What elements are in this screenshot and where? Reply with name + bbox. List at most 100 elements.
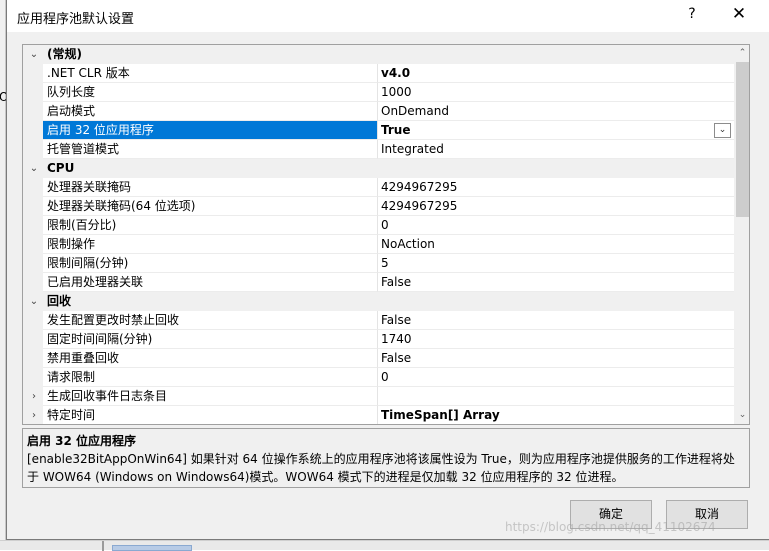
property-row[interactable]: 发生配置更改时禁止回收 False: [23, 311, 734, 330]
property-row[interactable]: 启动模式 OnDemand: [23, 102, 734, 121]
category-row[interactable]: ⌄ CPU: [23, 159, 734, 178]
property-value[interactable]: 1000: [378, 83, 734, 102]
property-value[interactable]: 4294967295: [378, 197, 734, 216]
title-bar: 应用程序池默认设置 ? ✕: [7, 0, 769, 32]
row-gutter: [23, 83, 43, 102]
row-gutter: [23, 178, 43, 197]
property-row[interactable]: 请求限制 0: [23, 368, 734, 387]
background-tab: [112, 545, 192, 551]
property-value[interactable]: 5: [378, 254, 734, 273]
expand-chevron-icon[interactable]: ›: [29, 387, 39, 406]
property-name: 禁用重叠回收: [43, 349, 378, 368]
row-gutter: [23, 121, 43, 140]
close-button[interactable]: ✕: [731, 4, 747, 24]
row-gutter: [23, 254, 43, 273]
property-row[interactable]: 已启用处理器关联 False: [23, 273, 734, 292]
background-window-bottom: [0, 540, 769, 551]
property-value[interactable]: 0: [378, 368, 734, 387]
row-gutter: [23, 216, 43, 235]
property-value[interactable]: v4.0: [378, 64, 734, 83]
property-name: 限制操作: [43, 235, 378, 254]
property-value[interactable]: [378, 387, 734, 406]
property-value[interactable]: False: [378, 349, 734, 368]
row-gutter: ›: [23, 387, 43, 406]
description-panel: 启用 32 位应用程序 [enable32BitAppOnWin64] 如果针对…: [22, 428, 750, 488]
row-gutter: [23, 330, 43, 349]
property-row[interactable]: 限制(百分比) 0: [23, 216, 734, 235]
property-row[interactable]: 限制间隔(分钟) 5: [23, 254, 734, 273]
property-name: 启动模式: [43, 102, 378, 121]
row-gutter: [23, 102, 43, 121]
category-label: (常规): [47, 47, 82, 61]
category-label: 回收: [47, 294, 72, 308]
property-name: 托管管道模式: [43, 140, 378, 159]
property-name: 处理器关联掩码(64 位选项): [43, 197, 378, 216]
collapse-chevron-icon[interactable]: ⌄: [29, 45, 39, 64]
property-row[interactable]: 禁用重叠回收 False: [23, 349, 734, 368]
description-title: 启用 32 位应用程序: [27, 434, 137, 448]
property-value[interactable]: False: [378, 311, 734, 330]
row-gutter: [23, 273, 43, 292]
scroll-up-icon[interactable]: ⌃: [734, 45, 749, 62]
property-value[interactable]: 1740: [378, 330, 734, 349]
collapse-chevron-icon[interactable]: ⌄: [29, 159, 39, 178]
property-grid-scrollbar[interactable]: ⌃ ⌄: [734, 45, 749, 424]
description-text: [enable32BitAppOnWin64] 如果针对 64 位操作系统上的应…: [27, 452, 735, 484]
property-name: 特定时间: [43, 406, 378, 424]
dialog-title: 应用程序池默认设置: [17, 12, 135, 27]
property-value[interactable]: NoAction: [378, 235, 734, 254]
property-name: 已启用处理器关联: [43, 273, 378, 292]
ok-button[interactable]: 确定: [570, 500, 652, 529]
property-value[interactable]: True: [378, 121, 734, 140]
category-band: [23, 45, 734, 64]
property-value[interactable]: Integrated: [378, 140, 734, 159]
row-gutter: [23, 349, 43, 368]
app-pool-defaults-dialog: 应用程序池默认设置 ? ✕ ⌄ (常规) .NET CLR 版本 v4.0 队列长度 10…: [6, 0, 769, 540]
property-row[interactable]: 处理器关联掩码 4294967295: [23, 178, 734, 197]
category-row[interactable]: ⌄ 回收: [23, 292, 734, 311]
help-button[interactable]: ?: [685, 6, 699, 22]
property-row[interactable]: › 生成回收事件日志条目: [23, 387, 734, 406]
value-dropdown-button[interactable]: ⌄: [714, 123, 731, 138]
scroll-thumb[interactable]: [736, 62, 749, 217]
property-name: 生成回收事件日志条目: [43, 387, 378, 406]
property-name: 限制间隔(分钟): [43, 254, 378, 273]
property-row[interactable]: 限制操作 NoAction: [23, 235, 734, 254]
row-gutter: [23, 64, 43, 83]
property-name: 发生配置更改时禁止回收: [43, 311, 378, 330]
category-row[interactable]: ⌄ (常规): [23, 45, 734, 64]
category-label: CPU: [47, 161, 75, 175]
row-gutter: [23, 140, 43, 159]
property-value[interactable]: 0: [378, 216, 734, 235]
property-row[interactable]: .NET CLR 版本 v4.0: [23, 64, 734, 83]
property-row[interactable]: › 特定时间 TimeSpan[] Array: [23, 406, 734, 424]
property-grid: ⌄ (常规) .NET CLR 版本 v4.0 队列长度 1000 启动模式 OnDemand…: [22, 44, 750, 425]
row-gutter: [23, 311, 43, 330]
property-value[interactable]: 4294967295: [378, 178, 734, 197]
scroll-down-icon[interactable]: ⌄: [734, 407, 749, 424]
cancel-button[interactable]: 取消: [666, 500, 748, 529]
property-row[interactable]: 处理器关联掩码(64 位选项) 4294967295: [23, 197, 734, 216]
category-band: [23, 159, 734, 178]
expand-chevron-icon[interactable]: ›: [29, 406, 39, 424]
collapse-chevron-icon[interactable]: ⌄: [29, 292, 39, 311]
property-name: 固定时间间隔(分钟): [43, 330, 378, 349]
property-name: 请求限制: [43, 368, 378, 387]
property-value[interactable]: False: [378, 273, 734, 292]
property-value[interactable]: TimeSpan[] Array: [378, 406, 734, 424]
row-gutter: [23, 368, 43, 387]
row-gutter: [23, 197, 43, 216]
property-name: 限制(百分比): [43, 216, 378, 235]
property-row[interactable]: 固定时间间隔(分钟) 1740: [23, 330, 734, 349]
property-grid-rows: ⌄ (常规) .NET CLR 版本 v4.0 队列长度 1000 启动模式 OnDemand…: [23, 45, 734, 424]
property-row[interactable]: 启用 32 位应用程序 True ⌄: [23, 121, 734, 140]
property-name: 启用 32 位应用程序: [43, 121, 378, 140]
property-name: 处理器关联掩码: [43, 178, 378, 197]
row-gutter: [23, 235, 43, 254]
property-name: .NET CLR 版本: [43, 64, 378, 83]
property-row[interactable]: 托管管道模式 Integrated: [23, 140, 734, 159]
category-band: [23, 292, 734, 311]
property-value[interactable]: OnDemand: [378, 102, 734, 121]
property-name: 队列长度: [43, 83, 378, 102]
property-row[interactable]: 队列长度 1000: [23, 83, 734, 102]
